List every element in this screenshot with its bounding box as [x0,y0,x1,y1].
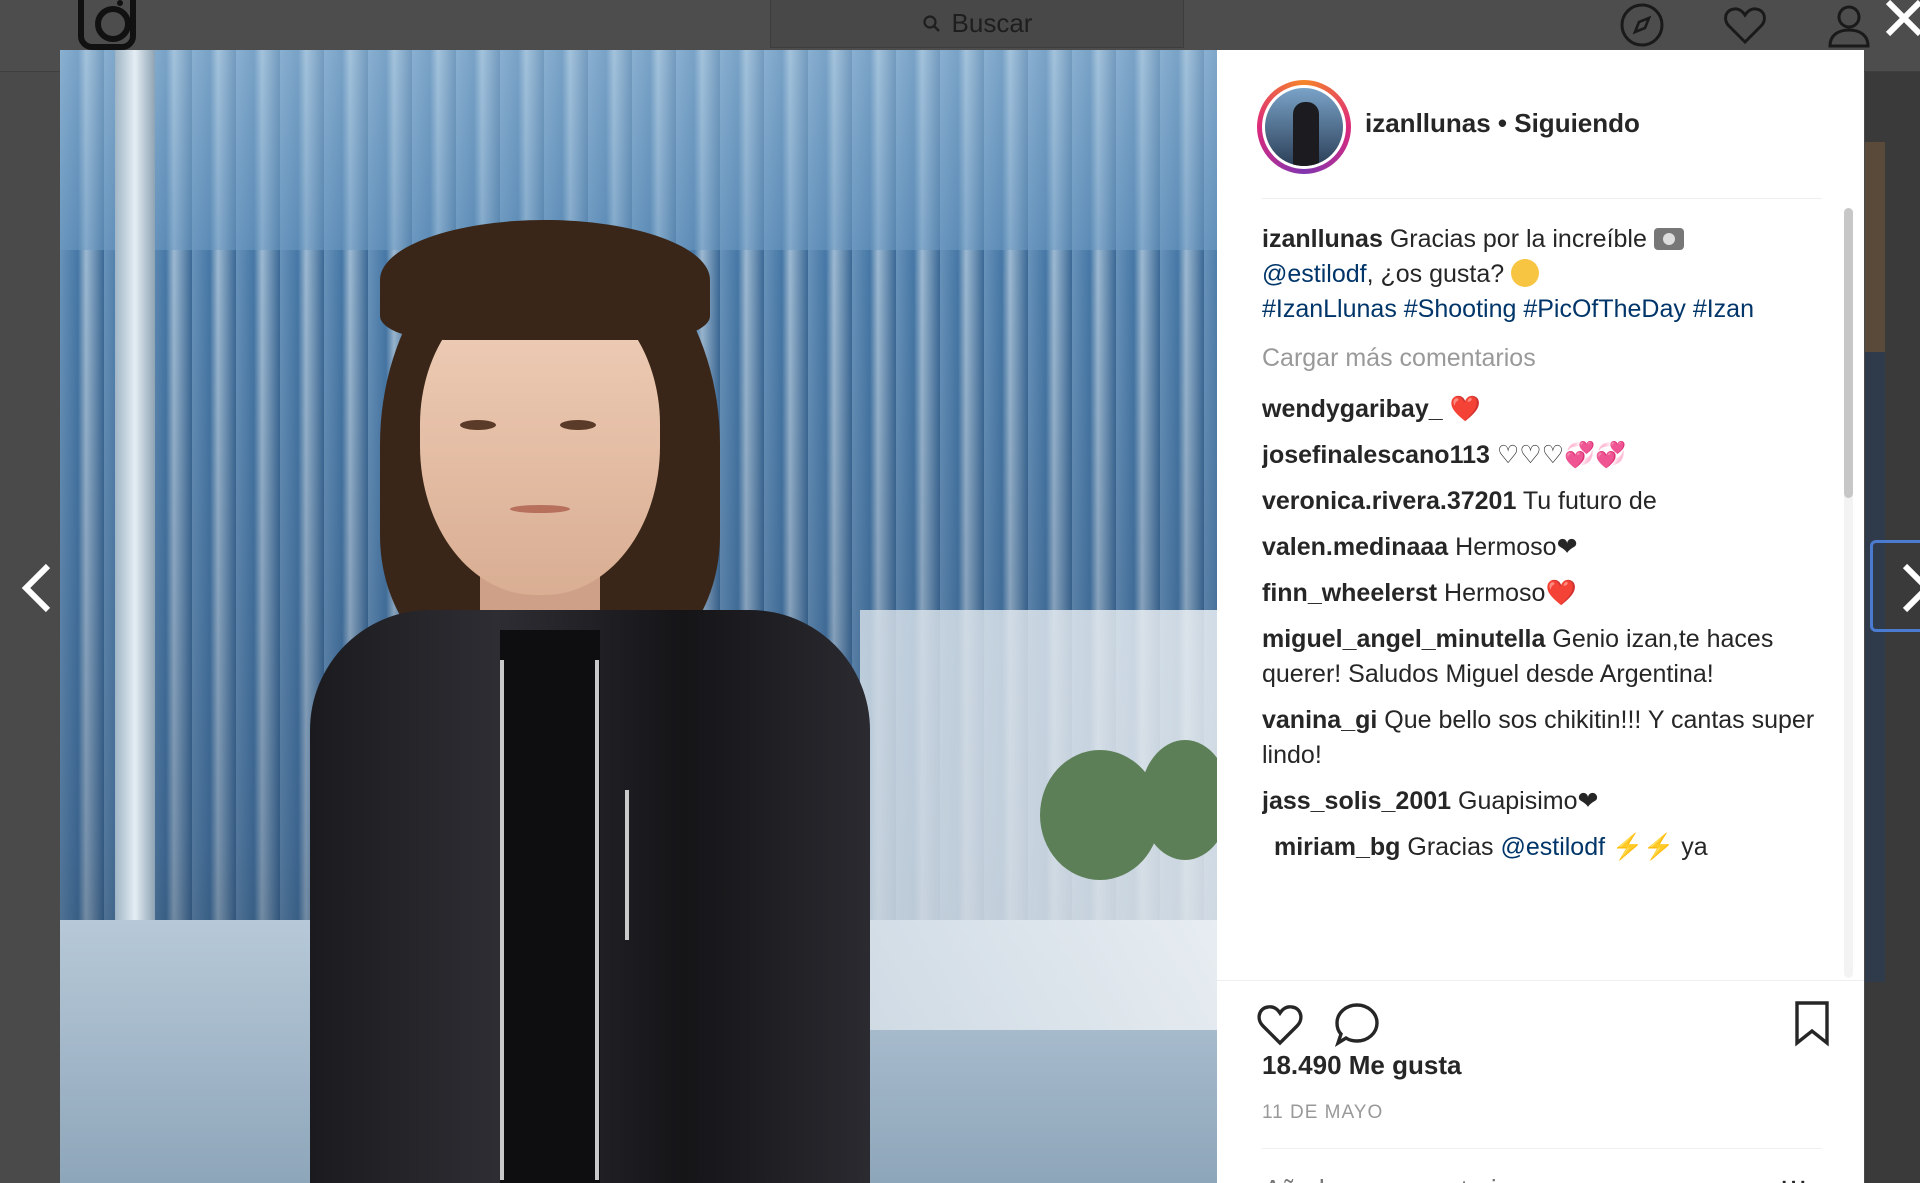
wink-emoji-icon [1511,259,1540,287]
likes-count[interactable]: 18.490 Me gusta [1262,1050,1461,1081]
search-icon [922,14,940,32]
comment-bubble-icon[interactable] [1332,999,1382,1049]
caption-hashtags[interactable]: #IzanLlunas #Shooting #PicOfTheDay #Izan [1262,295,1754,323]
comment-username[interactable]: miguel_angel_minutella [1262,625,1545,653]
like-heart-icon[interactable] [1255,999,1305,1049]
post-actions [1217,980,1864,1060]
list-item: valen.medinaaa Hermoso❤ [1262,530,1822,565]
comment-text: Guapisimo❤ [1451,787,1599,815]
background-feed-left [0,72,60,1183]
comment-username[interactable]: miriam_bg [1274,833,1400,861]
list-item: josefinalescano113 ♡♡♡💞💞 [1262,438,1822,473]
list-item: finn_wheelerst Hermoso❤️ [1262,576,1822,611]
comment-text: Tu futuro de [1516,487,1657,515]
emoji-icon: 💞💞 [1564,441,1627,469]
previous-post-chevron-icon[interactable] [18,560,58,616]
comment-text: ♡♡♡ [1489,441,1565,469]
comment-username[interactable]: vanina_gi [1262,706,1377,734]
comment-username[interactable]: veronica.rivera.37201 [1262,487,1516,515]
zap-emoji-icon: ⚡⚡ [1612,833,1675,861]
avatar[interactable] [1257,80,1351,174]
comment-items: wendygaribay_ ❤️ josefinalescano113 ♡♡♡💞💞… [1262,392,1822,819]
load-more-comments-link[interactable]: Cargar más comentarios [1262,341,1822,376]
close-icon[interactable] [1880,0,1920,42]
comment-username[interactable]: finn_wheelerst [1262,579,1437,607]
explore-compass-icon[interactable] [1619,2,1665,48]
comments-scrollbar[interactable] [1844,208,1853,498]
post-modal: izanllunas • Siguiendo izanllunas Gracia… [60,50,1864,1183]
post-author-following[interactable]: izanllunas • Siguiendo [1365,108,1640,139]
comment-username[interactable]: josefinalescano113 [1262,441,1490,469]
comment-username[interactable]: valen.medinaaa [1262,533,1448,561]
profile-icon[interactable] [1826,2,1872,48]
more-options-icon[interactable]: ... [1780,1158,1808,1183]
bookmark-icon[interactable] [1787,999,1837,1049]
comment-text: Gracias [1400,833,1501,861]
comment-text-after: ya [1674,833,1708,861]
header-divider [1262,198,1822,199]
emoji-icon: ❤️ [1545,579,1577,607]
activity-heart-icon[interactable] [1722,2,1768,48]
post-photo[interactable] [60,50,1217,1183]
comment-username[interactable]: wendygaribay_ [1262,395,1443,423]
comment-text: Hermoso❤ [1448,533,1578,561]
post-header: izanllunas • Siguiendo [1217,50,1864,200]
emoji-icon: ❤️ [1449,395,1481,423]
comment-text [1443,395,1450,423]
list-item: vanina_gi Que bello sos chikitin!!! Y ca… [1262,703,1822,773]
camera-emoji-icon [1653,228,1684,250]
caption-mention[interactable]: @estilodf [1262,260,1367,288]
list-item: miriam_bg Gracias @estilodf ⚡⚡ ya [1262,830,1822,865]
comments-list: izanllunas Gracias por la increíble @est… [1262,222,1822,980]
post-date[interactable]: 11 DE MAYO [1262,1102,1383,1124]
list-item: veronica.rivera.37201 Tu futuro de [1262,484,1822,519]
search-label: Buscar [951,8,1033,38]
list-item: miguel_angel_minutella Genio izan,te hac… [1262,622,1822,692]
search-bar[interactable]: Buscar [770,0,1184,48]
caption: izanllunas Gracias por la increíble @est… [1262,222,1822,327]
comment-input[interactable] [1264,1174,1764,1183]
list-item: wendygaribay_ ❤️ [1262,392,1822,427]
comment-mention[interactable]: @estilodf [1500,833,1605,861]
post-sidebar: izanllunas • Siguiendo izanllunas Gracia… [1217,50,1864,1183]
list-item: jass_solis_2001 Guapisimo❤ [1262,784,1822,819]
caption-text: Gracias por la increíble [1382,225,1654,253]
caption-username[interactable]: izanllunas [1262,225,1383,253]
caption-text-after: , ¿os gusta? [1366,260,1512,288]
comment-username[interactable]: jass_solis_2001 [1262,787,1451,815]
comment-text: Hermoso [1437,579,1546,607]
instagram-logo-icon[interactable] [78,0,136,50]
next-post-chevron-icon[interactable] [1895,560,1920,616]
